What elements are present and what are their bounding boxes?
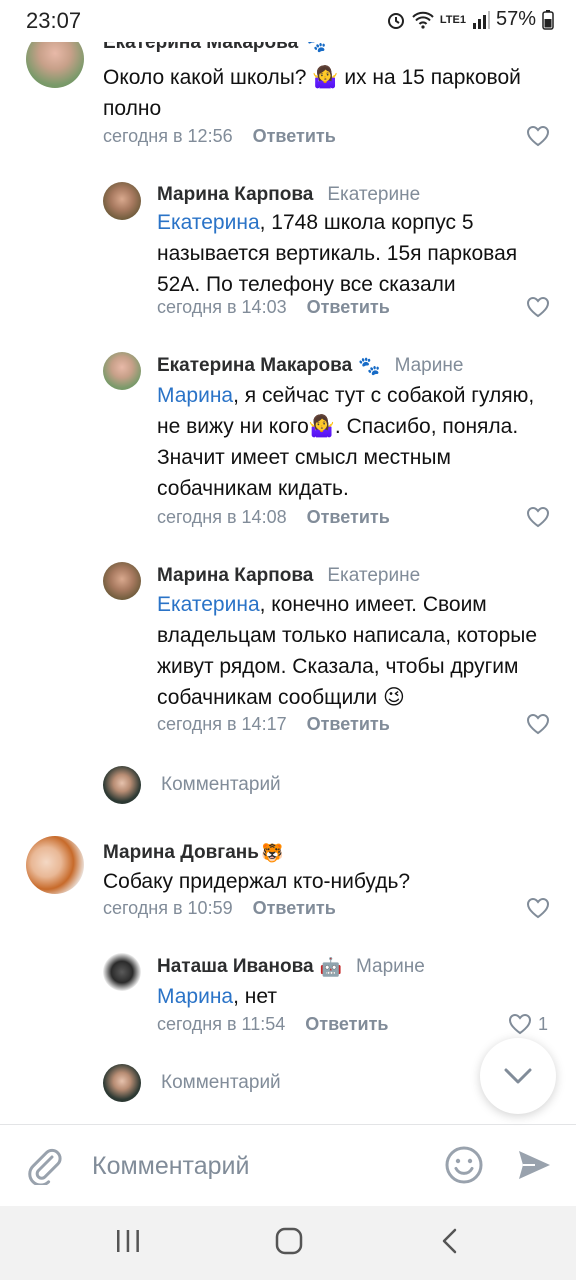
reply-button[interactable]: Ответить — [253, 898, 336, 919]
avatar[interactable] — [103, 182, 141, 220]
heart-icon — [526, 296, 550, 318]
comment-time: сегодня в 14:08 — [157, 507, 287, 527]
back-icon — [442, 1228, 457, 1254]
author-name[interactable]: Марина Довгань — [103, 842, 259, 864]
comment-text: Марина, я сейчас тут с собакой гуляю, не… — [157, 384, 535, 500]
wifi-icon — [412, 11, 434, 29]
tiger-icon: 🐯 — [260, 842, 284, 863]
comment-text: Екатерина, конечно имеет. Своим владельц… — [157, 593, 538, 709]
chevron-down-icon — [504, 1068, 532, 1084]
heart-icon — [508, 1013, 532, 1035]
comment-time: сегодня в 14:17 — [157, 714, 287, 734]
reply-to[interactable]: Марине — [395, 355, 464, 377]
scroll-down-button[interactable] — [480, 1038, 556, 1114]
add-comment-label[interactable]: Комментарий — [161, 774, 281, 796]
avatar[interactable] — [103, 352, 141, 390]
comment-composer — [0, 1124, 576, 1206]
paw-icon: 🐾 — [358, 355, 381, 376]
reply-to[interactable]: Екатерине — [327, 184, 420, 206]
avatar[interactable] — [103, 953, 141, 991]
send-button[interactable] — [516, 1147, 552, 1188]
home-button[interactable] — [274, 1226, 304, 1261]
avatar — [103, 766, 141, 804]
paperclip-icon — [28, 1148, 62, 1187]
like-button[interactable]: 1 — [508, 1013, 548, 1035]
emoji-button[interactable] — [444, 1145, 484, 1190]
status-bar: 23:07 LTE1 57% — [0, 0, 576, 42]
comment-time: сегодня в 14:03 — [157, 297, 287, 317]
comment-input[interactable] — [92, 1145, 422, 1187]
add-comment-label[interactable]: Комментарий — [161, 1072, 281, 1094]
reply-button[interactable]: Ответить — [307, 297, 390, 318]
mention-link[interactable]: Екатерина — [157, 211, 260, 234]
reply-button[interactable]: Ответить — [305, 1014, 388, 1035]
like-button[interactable] — [526, 897, 550, 919]
comment-text: Екатерина, 1748 школа корпус 5 называетс… — [157, 211, 518, 296]
system-nav-bar — [0, 1206, 576, 1280]
smile-icon — [445, 1146, 483, 1184]
like-button[interactable] — [526, 713, 550, 735]
reply-button[interactable]: Ответить — [307, 714, 390, 735]
like-button[interactable] — [526, 296, 550, 318]
like-count: 1 — [538, 1013, 549, 1034]
heart-icon — [526, 125, 550, 147]
author-name[interactable]: Марина Карпова — [157, 565, 313, 587]
reply-button[interactable]: Ответить — [307, 507, 390, 528]
back-button[interactable] — [438, 1226, 462, 1261]
network-label: LTE1 — [439, 13, 466, 26]
add-comment-row[interactable]: Комментарий — [103, 766, 281, 804]
avatar[interactable] — [103, 562, 141, 600]
recent-apps-icon — [117, 1230, 139, 1252]
alarm-icon — [387, 12, 404, 29]
mention-link[interactable]: Марина — [157, 384, 233, 407]
heart-icon — [526, 713, 550, 735]
add-comment-row[interactable]: Комментарий — [103, 1064, 281, 1102]
heart-icon — [526, 897, 550, 919]
author-name[interactable]: Екатерина Макарова — [157, 355, 352, 377]
comment-text: Марина, нет — [157, 985, 277, 1008]
heart-icon — [526, 506, 550, 528]
signal-icon — [472, 10, 490, 29]
comment-time: сегодня в 10:59 — [103, 898, 233, 918]
comment-text: Собаку придержал кто-нибудь? — [103, 870, 411, 893]
author-name[interactable]: Наташа Иванова — [157, 956, 314, 978]
avatar[interactable] — [26, 836, 84, 894]
robot-icon: 🤖 — [319, 956, 342, 977]
home-icon — [275, 1227, 303, 1255]
reply-to[interactable]: Екатерине — [327, 565, 420, 587]
comment-time: сегодня в 11:54 — [157, 1014, 286, 1034]
battery-percent: 57% — [495, 8, 536, 30]
comment-text: Около какой школы? 🤷‍♀️ их на 15 парково… — [103, 66, 521, 120]
like-button[interactable] — [526, 506, 550, 528]
reply-button[interactable]: Ответить — [253, 126, 336, 147]
mention-link[interactable]: Марина — [157, 985, 233, 1008]
comment-time: сегодня в 12:56 — [103, 126, 233, 146]
avatar — [103, 1064, 141, 1102]
reply-to[interactable]: Марине — [356, 956, 425, 978]
attach-button[interactable] — [24, 1145, 64, 1190]
battery-icon — [542, 9, 554, 30]
send-icon — [519, 1151, 550, 1179]
mention-link[interactable]: Екатерина — [157, 593, 260, 616]
comments-feed[interactable]: Екатерина Макарова 🐾 Около какой школы? … — [0, 0, 576, 1124]
status-time: 23:07 — [26, 8, 82, 33]
author-name[interactable]: Марина Карпова — [157, 184, 313, 206]
recent-apps-button[interactable] — [114, 1226, 142, 1261]
like-button[interactable] — [526, 125, 550, 147]
